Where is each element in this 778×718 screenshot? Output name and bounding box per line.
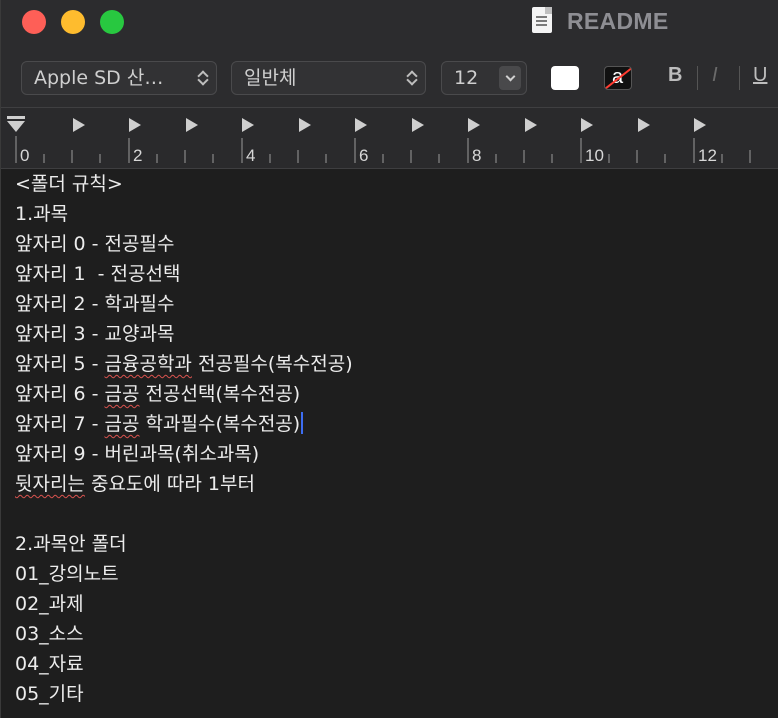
text-line[interactable]: 앞자리 1 - 전공선택	[15, 259, 180, 289]
text-line[interactable]: 02_과제	[15, 589, 84, 619]
background-color-swatch[interactable]: a	[604, 66, 632, 90]
spellcheck-word[interactable]: 뒷자리는	[15, 473, 85, 495]
text-caret	[301, 412, 304, 434]
window-title: README	[567, 8, 669, 34]
text-line[interactable]: 01_강의노트	[15, 559, 119, 589]
text-line[interactable]: 03_소스	[15, 619, 84, 649]
italic-button[interactable]: I	[712, 64, 718, 87]
font-style-select[interactable]: 일반체	[231, 61, 426, 95]
font-family-value: Apple SD 산…	[34, 67, 164, 89]
titlebar: README Apple SD 산… 일반체 12 a B I U	[1, 0, 778, 108]
updown-chevron-icon	[198, 70, 208, 86]
font-size-combobox[interactable]: 12	[441, 61, 527, 95]
ruler-label: 2	[133, 146, 143, 165]
text-line[interactable]: 2.과목안 폴더	[15, 529, 127, 559]
font-family-select[interactable]: Apple SD 산…	[21, 61, 217, 95]
text-line[interactable]: 앞자리 2 - 학과필수	[15, 289, 174, 319]
text-line[interactable]: 앞자리 6 - 금공 전공선택(복수전공)	[15, 379, 300, 409]
maximize-button[interactable]	[100, 10, 124, 34]
text-editor[interactable]: <폴더 규칙> 1.과목 앞자리 0 - 전공필수 앞자리 1 - 전공선택 앞…	[1, 169, 778, 718]
ruler-label: 8	[472, 146, 482, 165]
spellcheck-word[interactable]: 금공	[105, 383, 140, 405]
text-line[interactable]: 앞자리 9 - 버린과목(취소과목)	[15, 439, 259, 469]
font-style-value: 일반체	[244, 67, 297, 89]
text-line-content[interactable]: 앞자리 7 - 금공 학과필수(복수전공)	[15, 413, 300, 435]
text-line[interactable]: 앞자리 5 - 금융공학과 전공필수(복수전공)	[15, 349, 353, 379]
ruler[interactable]: 0 2 4 6 8 10 12	[1, 108, 778, 169]
text-line[interactable]: 05_기타	[15, 679, 84, 709]
ruler-label: 0	[20, 146, 30, 165]
text-line[interactable]: 앞자리 0 - 전공필수	[15, 229, 174, 259]
textedit-window: README Apple SD 산… 일반체 12 a B I U	[0, 0, 778, 718]
ruler-label: 4	[246, 146, 256, 165]
ruler-label: 12	[698, 146, 717, 165]
text-color-swatch[interactable]	[551, 66, 579, 90]
font-size-value: 12	[454, 67, 479, 89]
text-line-with-caret[interactable]: 앞자리 7 - 금공 학과필수(복수전공)	[15, 409, 304, 439]
ruler-label: 6	[359, 146, 369, 165]
close-button[interactable]	[22, 10, 46, 34]
spellcheck-word[interactable]: 금공	[105, 413, 140, 435]
ruler-ticks	[7, 116, 751, 163]
text-line[interactable]: 앞자리 3 - 교양과목	[15, 319, 174, 349]
minimize-button[interactable]	[61, 10, 85, 34]
text-line[interactable]: 뒷자리는 중요도에 따라 1부터	[15, 469, 255, 499]
document-icon[interactable]	[532, 7, 552, 33]
chevron-down-icon[interactable]	[499, 66, 521, 90]
text-line[interactable]: 04_자료	[15, 649, 84, 679]
toolbar-separator	[697, 66, 698, 90]
ruler-label: 10	[585, 146, 604, 165]
toolbar-separator	[739, 66, 740, 90]
bold-button[interactable]: B	[668, 64, 682, 87]
updown-chevron-icon	[407, 70, 417, 86]
spellcheck-word[interactable]: 금융공학과	[105, 353, 192, 375]
underline-button[interactable]: U	[753, 64, 767, 87]
text-line[interactable]: 1.과목	[15, 199, 68, 229]
text-line[interactable]: <폴더 규칙>	[15, 169, 123, 199]
